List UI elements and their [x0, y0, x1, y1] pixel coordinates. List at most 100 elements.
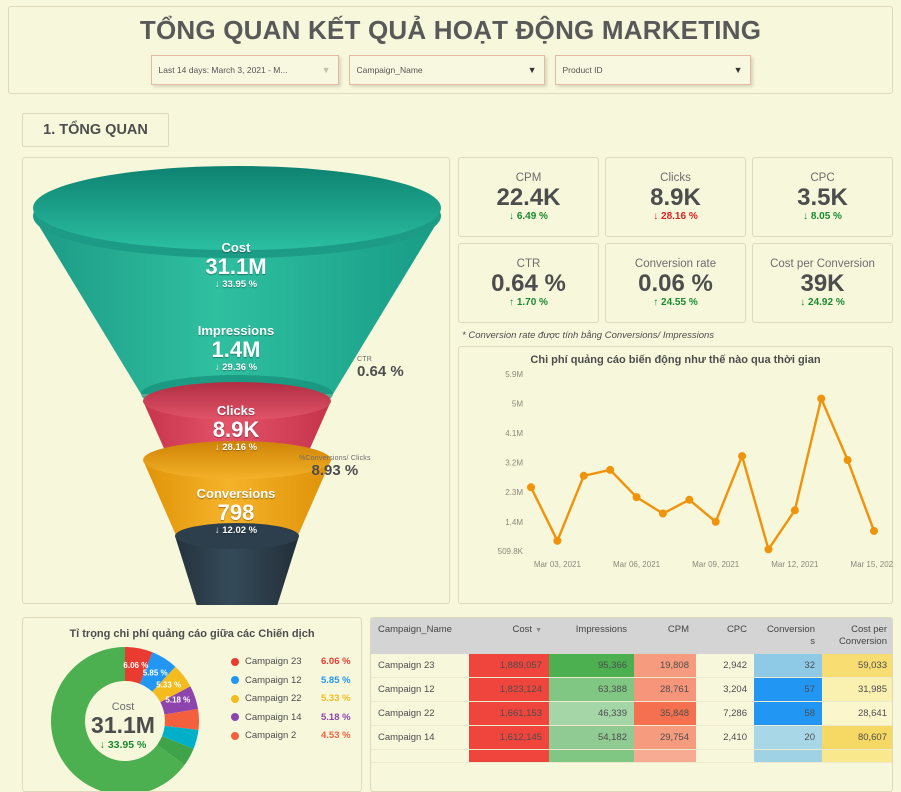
data-point[interactable]	[843, 456, 852, 465]
funnel-value: 31.1M	[205, 254, 267, 279]
kpi-card-conversion-rate[interactable]: Conversion rate 0.06 % ↑ 24.55 %	[605, 243, 746, 323]
funnel-segment-cost[interactable]: Cost 31.1M ↓ 33.95 %	[205, 240, 266, 290]
date-range-filter[interactable]: Last 14 days: March 3, 2021 - M... ▼	[150, 55, 339, 85]
data-point[interactable]	[579, 471, 588, 480]
data-point[interactable]	[870, 526, 878, 535]
kpi-label: Conversion rate	[634, 257, 717, 270]
funnel-segment-impressions[interactable]: Impressions 1.4M ↓ 29.36 %	[198, 323, 275, 373]
arrow-down-icon: ↓	[509, 211, 515, 223]
cost-over-time-panel: Chi phí quảng cáo biến động như thế nào …	[458, 346, 894, 604]
legend-label: Campaign 12	[245, 674, 302, 686]
data-point[interactable]	[738, 452, 747, 461]
cell-cpc	[696, 749, 754, 763]
legend-color-dot	[231, 676, 239, 684]
cell-cpc: 2,942	[696, 653, 754, 678]
table-row[interactable]: Campaign 23 1,889,057 95,366 19,808 2,942 32 5…	[371, 653, 892, 678]
legend-item[interactable]: Campaign 23 6.06 %	[231, 656, 351, 667]
kpi-card-clicks[interactable]: Clicks 8.9K ↓ 28.16 %	[605, 157, 746, 237]
legend-item[interactable]: Campaign 14 5.18 %	[231, 712, 351, 723]
section-header-tong-quan: 1. TỔNG QUAN	[22, 113, 169, 147]
campaign-name-filter[interactable]: Campaign_Name ▼	[348, 55, 545, 85]
funnel-annotation-conv-clicks: %Conversions/ Clicks 8.93 %	[299, 455, 371, 479]
date-range-value: Last 14 days: March 3, 2021 - M...	[158, 65, 288, 75]
col-cpm[interactable]: CPM	[634, 618, 696, 654]
chevron-down-icon: ▼	[321, 65, 331, 75]
chevron-down-icon: ▼	[733, 65, 743, 75]
data-point[interactable]	[527, 483, 535, 492]
col-cost[interactable]: Cost ▼	[469, 618, 549, 654]
y-axis-tick: 5.9M	[505, 370, 523, 379]
legend-percent: 4.53 %	[321, 730, 351, 741]
kpi-card-cpm[interactable]: CPM 22.4K ↓ 6.49 %	[458, 157, 599, 237]
kpi-value: 8.9K	[650, 183, 701, 211]
funnel-segment-conversions[interactable]: Conversions 798 ↓ 12.02 %	[197, 486, 276, 536]
table-row[interactable]: Campaign 22 1,661,153 46,339 35,848 7,286 58 2…	[371, 701, 892, 726]
kpi-card-cpc[interactable]: CPC 3.5K ↓ 8.05 %	[752, 157, 893, 237]
data-point[interactable]	[764, 545, 773, 554]
line-chart-title: Chi phí quảng cáo biến động như thế nào …	[530, 354, 821, 366]
kpi-label: CPM	[515, 171, 542, 184]
y-axis-tick: 2.3M	[505, 488, 523, 497]
legend-label: Campaign 14	[245, 711, 302, 723]
legend-color-dot	[231, 694, 239, 703]
campaign-table-panel[interactable]: Campaign_Name Cost ▼ Impressions CPM CPC …	[370, 617, 893, 792]
data-point[interactable]	[790, 506, 799, 515]
legend-item[interactable]: Campaign 22 5.33 %	[231, 693, 351, 704]
arrow-down-icon: ↓	[214, 525, 220, 537]
funnel-segment-clicks[interactable]: Clicks 8.9K ↓ 28.16 %	[213, 403, 259, 453]
arrow-up-icon: ↑	[509, 297, 515, 309]
col-impressions[interactable]: Impressions	[549, 618, 634, 654]
cell-cost: 1,612,145	[469, 725, 549, 750]
legend-label: Campaign 22	[245, 693, 302, 704]
cell-conversions: 20	[754, 725, 822, 750]
cell-cost-per-conversion	[822, 749, 892, 763]
table-row[interactable]	[371, 749, 892, 763]
table-row[interactable]: Campaign 14 1,612,145 54,182 29,754 2,410 20 8…	[371, 725, 892, 750]
cell-cpc: 2,410	[696, 725, 754, 750]
col-conversions[interactable]: Conversion s	[754, 618, 822, 654]
kpi-card-cost-per-conversion[interactable]: Cost per Conversion 39K ↓ 24.92 %	[752, 243, 893, 323]
cell-conversions: 32	[754, 653, 822, 678]
donut-legend: Campaign 23 6.06 % Campaign 12 5.85 % Ca…	[231, 656, 351, 741]
x-axis-tick: Mar 12, 2021	[771, 560, 819, 569]
table-row[interactable]: Campaign 12 1,823,124 63,388 28,761 3,204 57 3…	[371, 677, 892, 702]
funnel-value: 1.4M	[211, 337, 261, 362]
legend-item[interactable]: Campaign 12 5.85 %	[231, 675, 351, 686]
line-chart[interactable]: 509.8K 1.4M 2.3M 3.2M 4.1M 5M 5.9M Mar 03, 2021…	[459, 366, 894, 591]
donut-shape[interactable]: 6.06 %5.85 %5.33 %5.18 %	[33, 643, 228, 792]
slice-label: 5.33 %	[156, 680, 181, 689]
sort-desc-icon: ▼	[535, 627, 542, 634]
cell-cost-per-conversion: 80,607	[822, 725, 892, 750]
table-header-row: Campaign_Name Cost ▼ Impressions CPM CPC …	[371, 618, 892, 654]
kpi-card-ctr[interactable]: CTR 0.64 % ↑ 1.70 %	[458, 243, 599, 323]
kpi-card-grid: CPM 22.4K ↓ 6.49 % Clicks 8.9K ↓ 28.16 %…	[458, 157, 893, 323]
campaign-table: Campaign_Name Cost ▼ Impressions CPM CPC …	[371, 618, 892, 763]
funnel-label: Cost	[221, 240, 251, 255]
legend-color-dot	[231, 657, 239, 666]
kpi-value: 39K	[800, 269, 845, 297]
data-point[interactable]	[658, 509, 667, 518]
funnel-delta: ↓ 28.16 %	[214, 442, 258, 454]
cell-campaign: Campaign 12	[371, 677, 469, 702]
col-campaign-name[interactable]: Campaign_Name	[371, 618, 469, 654]
data-point[interactable]	[817, 394, 826, 403]
data-point[interactable]	[553, 536, 562, 545]
col-cost-per-conversion[interactable]: Cost per Conversion	[822, 618, 892, 654]
legend-percent: 5.18 %	[321, 711, 351, 723]
cell-impressions: 95,366	[549, 653, 634, 678]
data-point[interactable]	[711, 517, 720, 526]
col-cpc[interactable]: CPC	[696, 618, 754, 654]
cell-campaign: Campaign 14	[371, 725, 469, 750]
data-point[interactable]	[632, 493, 641, 502]
data-point[interactable]	[685, 495, 694, 504]
kpi-delta: ↑ 1.70 %	[509, 297, 548, 309]
kpi-delta: ↓ 8.05 %	[803, 211, 842, 223]
kpi-label: Clicks	[660, 171, 691, 184]
funnel-label: Clicks	[216, 403, 256, 418]
legend-item[interactable]: Campaign 2 4.53 %	[231, 730, 351, 741]
y-axis-tick: 509.8K	[498, 547, 524, 556]
cell-conversions: 57	[754, 677, 822, 702]
product-id-filter[interactable]: Product ID ▼	[554, 55, 751, 85]
kpi-label: CTR	[516, 257, 541, 270]
data-point[interactable]	[606, 465, 615, 474]
